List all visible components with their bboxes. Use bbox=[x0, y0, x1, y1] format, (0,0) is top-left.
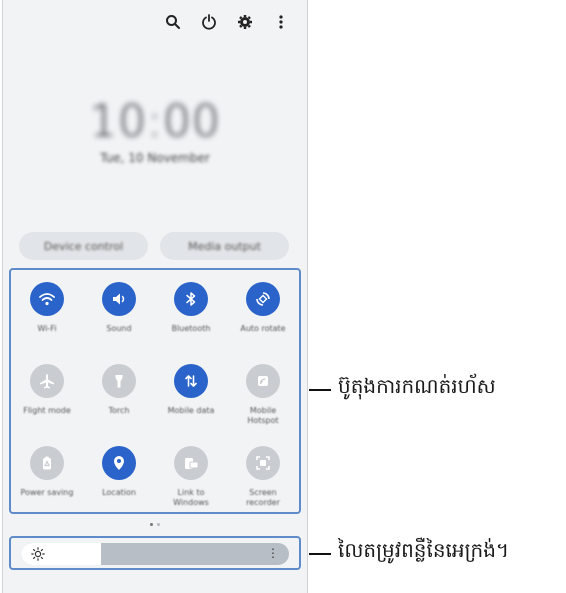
brightness-more-icon[interactable]: ⋮ bbox=[267, 546, 279, 560]
wifi-icon bbox=[30, 282, 64, 316]
callout-brightness: លៃតម្រូវពន្លឺនៃអេក្រង់។ bbox=[338, 538, 510, 562]
tile-label: Mobile Hotspot bbox=[247, 406, 279, 426]
tile-label: Torch bbox=[108, 406, 130, 415]
airplane-icon bbox=[30, 364, 64, 398]
rotate-icon bbox=[246, 282, 280, 316]
page-dot-active bbox=[150, 523, 153, 526]
sun-icon bbox=[31, 547, 45, 561]
tile-label: Mobile data bbox=[167, 406, 215, 415]
sound-icon bbox=[102, 282, 136, 316]
tile-flight-mode[interactable]: Flight mode bbox=[11, 364, 83, 428]
top-toolbar bbox=[161, 10, 293, 34]
tile-label: Flight mode bbox=[23, 406, 71, 415]
power-icon[interactable] bbox=[197, 10, 221, 34]
tile-mobile-hotspot[interactable]: Mobile Hotspot bbox=[227, 364, 299, 428]
more-options-icon[interactable] bbox=[269, 10, 293, 34]
quick-settings-grid: Wi-Fi Sound Bluetooth Auto rotate Flight… bbox=[11, 282, 299, 510]
brightness-slider[interactable]: ⋮ bbox=[21, 543, 289, 565]
tile-label: Power saving bbox=[20, 488, 74, 497]
clock-time: 10:00 bbox=[89, 96, 221, 147]
quick-settings-buttons: Wi-Fi Sound Bluetooth Auto rotate Flight… bbox=[9, 268, 301, 514]
tile-label: Link to Windows bbox=[173, 488, 209, 508]
bluetooth-icon bbox=[174, 282, 208, 316]
device-control-button[interactable]: Device control bbox=[19, 232, 148, 260]
tile-wifi[interactable]: Wi-Fi bbox=[11, 282, 83, 346]
tile-mobile-data[interactable]: Mobile data bbox=[155, 364, 227, 428]
quick-panel-screen: 10:00 Tue, 10 November Device control Me… bbox=[2, 0, 308, 593]
tile-label: Wi-Fi bbox=[37, 324, 57, 333]
tile-label: Bluetooth bbox=[171, 324, 211, 333]
clock-date: Tue, 10 November bbox=[100, 151, 210, 165]
hotspot-icon bbox=[246, 364, 280, 398]
media-output-label: Media output bbox=[188, 239, 261, 253]
tile-label: Screen recorder bbox=[246, 488, 280, 508]
page-indicator bbox=[3, 523, 307, 526]
pill-buttons: Device control Media output bbox=[19, 232, 289, 260]
tile-screen-recorder[interactable]: Screen recorder bbox=[227, 446, 299, 510]
tile-sound[interactable]: Sound bbox=[83, 282, 155, 346]
tile-label: Sound bbox=[106, 324, 132, 333]
tile-label: Location bbox=[102, 488, 136, 497]
tile-label: Auto rotate bbox=[240, 324, 286, 333]
brightness-control: ⋮ bbox=[9, 536, 301, 570]
callout-line-brightness bbox=[309, 553, 331, 555]
device-control-label: Device control bbox=[43, 239, 124, 253]
tile-link-to-windows[interactable]: Link to Windows bbox=[155, 446, 227, 510]
data-icon bbox=[174, 364, 208, 398]
battery-icon bbox=[30, 446, 64, 480]
tile-torch[interactable]: Torch bbox=[83, 364, 155, 428]
location-icon bbox=[102, 446, 136, 480]
tile-auto-rotate[interactable]: Auto rotate bbox=[227, 282, 299, 346]
tile-bluetooth[interactable]: Bluetooth bbox=[155, 282, 227, 346]
settings-gear-icon[interactable] bbox=[233, 10, 257, 34]
search-icon[interactable] bbox=[161, 10, 185, 34]
screen-record-icon bbox=[246, 446, 280, 480]
torch-icon bbox=[102, 364, 136, 398]
tile-location[interactable]: Location bbox=[83, 446, 155, 510]
page-dot bbox=[157, 523, 160, 526]
clock-area: 10:00 Tue, 10 November bbox=[3, 96, 307, 165]
callout-quick-buttons: ប៊ូតុងការកណត់រហ័ស bbox=[338, 374, 496, 398]
link-icon bbox=[174, 446, 208, 480]
tile-power-saving[interactable]: Power saving bbox=[11, 446, 83, 510]
media-output-button[interactable]: Media output bbox=[160, 232, 289, 260]
callout-line-buttons bbox=[309, 389, 331, 391]
